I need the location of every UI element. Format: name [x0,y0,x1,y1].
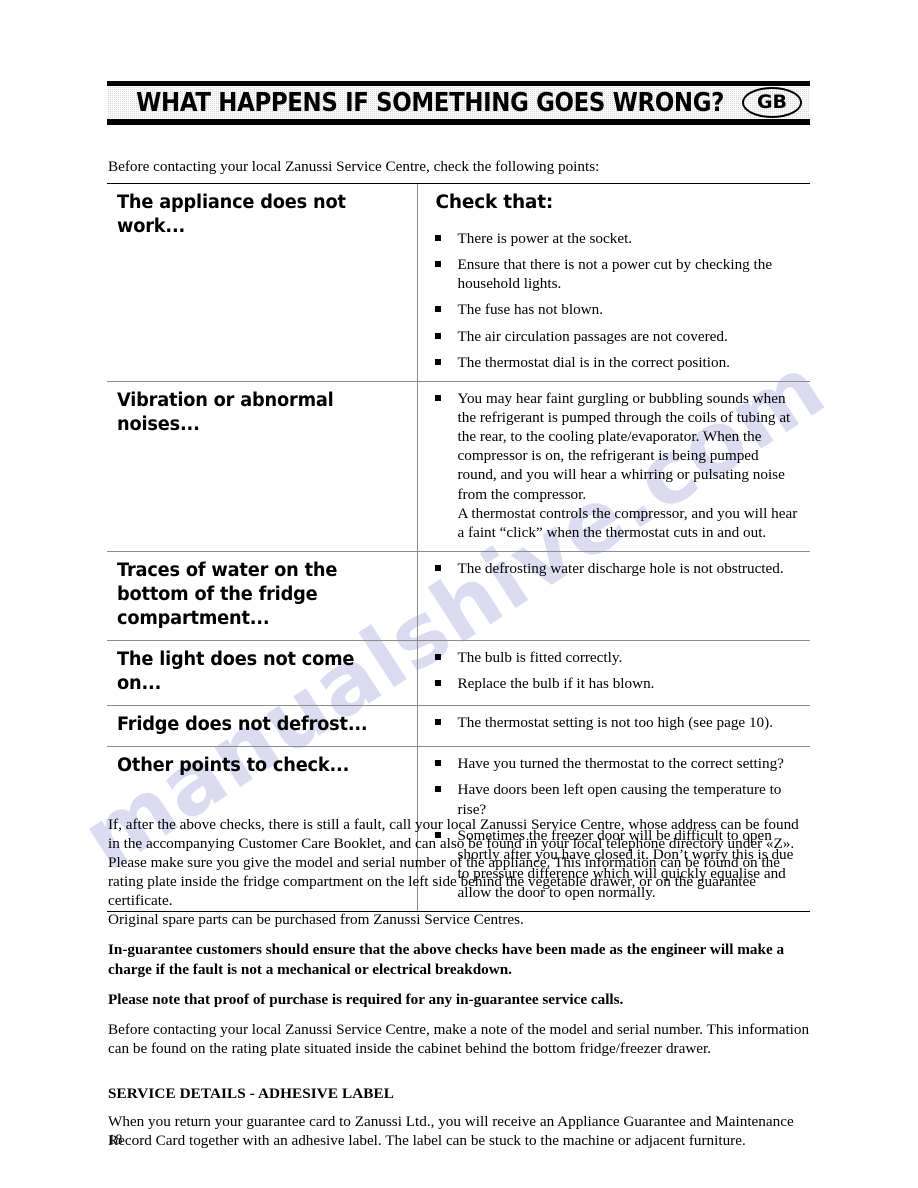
closing-paragraph-5: Before contacting your local Zanussi Ser… [108,1020,810,1057]
troubleshooting-table: The appliance does not work... Check tha… [107,183,810,913]
section-banner: WHAT HAPPENS IF SOMETHING GOES WRONG? GB [107,81,810,125]
table-row: Traces of water on the bottom of the fri… [107,551,810,641]
list-item-text: You may hear faint gurgling or bubbling … [457,389,791,503]
fault-title: The appliance does not work... [117,192,346,238]
list-item: You may hear faint gurgling or bubbling … [432,389,799,542]
list-item-text: The thermostat dial is in the correct po… [457,353,730,371]
guarantee-notice: In-guarantee customers should ensure tha… [108,941,785,978]
region-badge-label: GB [756,91,788,113]
banner-body: WHAT HAPPENS IF SOMETHING GOES WRONG? GB [107,86,810,119]
table-row: The light does not come on... The bulb i… [107,640,810,706]
fault-title: The light does not come on... [117,649,355,695]
closing-paragraph-1: If, after the above checks, there is sti… [108,816,799,910]
check-cell: You may hear faint gurgling or bubbling … [416,380,810,552]
closing-section: If, after the above checks, there is sti… [108,815,811,1150]
check-heading: Check that: [435,192,554,213]
square-bullet-icon [434,332,441,339]
table-row: Vibration or abnormal noises... You may … [107,380,810,552]
check-list: The thermostat setting is not too high (… [432,713,799,732]
square-bullet-icon [434,261,441,268]
list-item-text: Have doors been left open causing the te… [457,781,782,818]
list-item-text: The fuse has not blown. [457,301,604,319]
list-item: Replace the bulb if it has blown. [432,674,799,693]
square-bullet-icon [434,760,441,767]
list-item-text: Replace the bulb if it has blown. [457,675,655,693]
fault-cell: Vibration or abnormal noises... [107,380,417,552]
table-row: Fridge does not defrost... The thermosta… [107,705,810,747]
fault-cell: Fridge does not defrost... [107,705,417,747]
list-item: The defrosting water discharge hole is n… [432,559,799,578]
fault-title: Fridge does not defrost... [117,714,368,736]
service-details-heading: SERVICE DETAILS - ADHESIVE LABEL [108,1084,394,1102]
square-bullet-icon [434,680,441,687]
list-item: Have doors been left open causing the te… [432,780,799,818]
square-bullet-icon [434,719,441,726]
table-row: The appliance does not work... Check tha… [107,183,810,382]
fault-cell: Traces of water on the bottom of the fri… [107,551,417,641]
proof-of-purchase-notice: Please note that proof of purchase is re… [108,990,624,1008]
fault-cell: The appliance does not work... [107,183,417,382]
check-cell: The bulb is fitted correctly. Replace th… [416,640,810,706]
check-cell: Check that: There is power at the socket… [416,183,810,382]
check-list: The defrosting water discharge hole is n… [432,559,799,578]
fault-cell: The light does not come on... [107,640,417,706]
closing-paragraph-2: Original spare parts can be purchased fr… [108,911,524,929]
intro-paragraph: Before contacting your local Zanussi Ser… [108,158,600,175]
document-page: WHAT HAPPENS IF SOMETHING GOES WRONG? GB… [0,0,918,1188]
list-item-text: The defrosting water discharge hole is n… [457,560,784,578]
square-bullet-icon [434,786,441,793]
list-item-continuation: A thermostat controls the compressor, an… [457,504,798,541]
fault-title: Vibration or abnormal noises... [117,389,334,435]
list-item-text: Have you turned the thermostat to the co… [457,755,784,773]
check-list: You may hear faint gurgling or bubbling … [432,389,799,542]
square-bullet-icon [434,306,441,313]
banner-title: WHAT HAPPENS IF SOMETHING GOES WRONG? [136,87,724,118]
list-item-text: Ensure that there is not a power cut by … [457,256,773,293]
page-number: 18 [108,1132,123,1148]
banner-rule-bottom [107,119,810,125]
service-details-body: When you return your guarantee card to Z… [108,1112,794,1150]
square-bullet-icon [434,358,441,365]
square-bullet-icon [434,235,441,242]
check-list: The bulb is fitted correctly. Replace th… [432,648,799,693]
list-item: Ensure that there is not a power cut by … [432,255,799,293]
region-badge-gb: GB [742,87,802,118]
check-list: There is power at the socket. Ensure tha… [432,229,799,372]
list-item: Have you turned the thermostat to the co… [432,754,799,773]
list-item-text: The air circulation passages are not cov… [457,327,728,345]
list-item: The bulb is fitted correctly. [432,648,799,667]
list-item: The thermostat setting is not too high (… [432,713,799,732]
fault-title: Traces of water on the bottom of the fri… [117,560,338,630]
list-item: There is power at the socket. [432,229,799,248]
list-item-text: The thermostat setting is not too high (… [457,714,774,732]
fault-title: Other points to check... [117,755,350,777]
check-cell: The defrosting water discharge hole is n… [416,551,810,641]
list-item-text: There is power at the socket. [457,230,633,248]
list-item: The air circulation passages are not cov… [432,327,799,346]
check-cell: The thermostat setting is not too high (… [416,705,810,747]
list-item: The fuse has not blown. [432,300,799,319]
square-bullet-icon [434,565,441,572]
square-bullet-icon [434,654,441,661]
list-item-text: The bulb is fitted correctly. [457,649,623,667]
list-item: The thermostat dial is in the correct po… [432,353,799,372]
square-bullet-icon [434,394,441,401]
